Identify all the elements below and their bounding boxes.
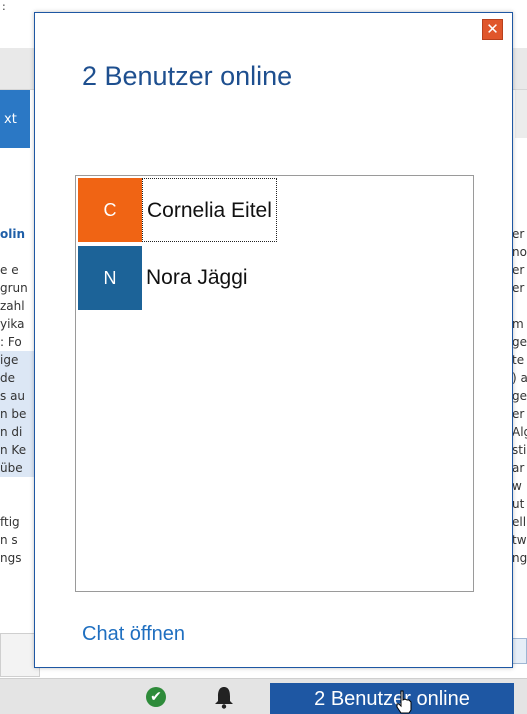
document-line: ge (512, 335, 527, 349)
background-scroll-handle[interactable] (512, 638, 527, 664)
document-line: ar (512, 461, 525, 475)
document-line: m (512, 317, 524, 331)
background-document-right: er no er er m ge te ) a ge er Alg sti ar… (512, 225, 527, 567)
document-line: er (512, 281, 525, 295)
user-name[interactable]: Cornelia Eitel (142, 178, 277, 242)
document-line: er (512, 227, 525, 241)
hand-cursor-icon (395, 690, 413, 714)
open-chat-link[interactable]: Chat öffnen (82, 623, 185, 646)
document-line: ) a (512, 371, 527, 385)
document-line: sti (512, 443, 527, 457)
background-stripe (515, 90, 527, 138)
user-name[interactable]: Nora Jäggi (142, 246, 252, 310)
avatar: C (78, 178, 142, 242)
document-line: er (512, 407, 525, 421)
document-line: ell (512, 515, 527, 529)
users-online-popup: ✕ 2 Benutzer online C Cornelia Eitel N N… (34, 12, 513, 668)
document-line: ut (512, 497, 525, 511)
bell-icon[interactable] (213, 685, 235, 709)
users-online-button[interactable]: 2 Benutzer online (270, 683, 514, 714)
status-bar: ✔ 2 Benutzer online (0, 678, 527, 714)
background-tab[interactable]: xt (0, 90, 30, 148)
document-line: no (512, 245, 527, 259)
document-line: Alg (512, 425, 527, 439)
check-icon[interactable]: ✔ (146, 687, 166, 707)
document-line: er (512, 263, 525, 277)
document-line: w (512, 479, 522, 493)
user-list[interactable]: C Cornelia Eitel N Nora Jäggi (75, 175, 474, 592)
close-icon[interactable]: ✕ (482, 19, 503, 40)
avatar: N (78, 246, 142, 310)
popup-title: 2 Benutzer online (82, 61, 293, 91)
document-line: ge (512, 389, 527, 403)
background-text: : (2, 0, 6, 13)
document-line: te (512, 353, 525, 367)
document-line: tw (512, 533, 527, 547)
user-list-item[interactable]: N Nora Jäggi (78, 246, 473, 310)
user-list-item[interactable]: C Cornelia Eitel (78, 178, 473, 242)
document-line: ng (512, 551, 527, 565)
